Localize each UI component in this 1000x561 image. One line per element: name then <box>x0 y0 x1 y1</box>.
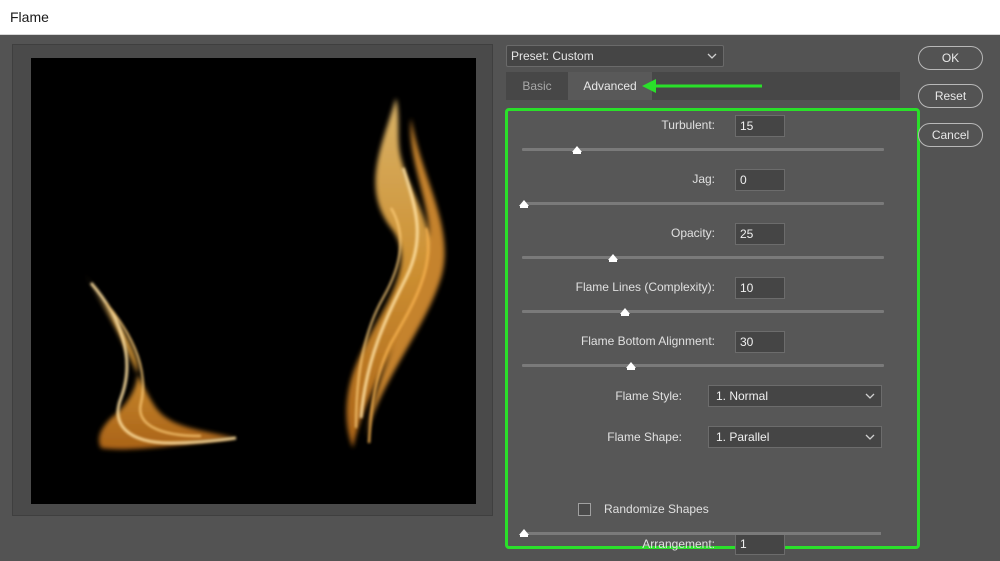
chevron-down-icon <box>707 53 717 59</box>
reset-button[interactable]: Reset <box>918 84 983 108</box>
flame-shape-label: Flame Shape: <box>607 430 682 444</box>
turbulent-input[interactable]: 15 <box>735 115 785 137</box>
randomize-shapes-checkbox[interactable] <box>578 503 591 516</box>
title-bar: Flame <box>0 0 1000 35</box>
annotation-arrow <box>642 79 762 93</box>
flame-preview-image <box>81 98 445 450</box>
flame-bottom-alignment-label: Flame Bottom Alignment: <box>580 334 715 348</box>
flame-shape-value: 1. Parallel <box>716 430 770 444</box>
flame-bottom-alignment-slider-thumb[interactable] <box>626 362 636 370</box>
flame-bottom-alignment-slider[interactable] <box>522 364 884 367</box>
randomize-shapes-label[interactable]: Randomize Shapes <box>604 502 709 516</box>
arrangement-slider-thumb[interactable] <box>519 529 529 537</box>
opacity-slider[interactable] <box>522 256 884 259</box>
window-title: Flame <box>10 9 49 25</box>
advanced-settings-panel: Turbulent: 15 Jag: 0 Opacity: 25 Flame L… <box>505 108 920 555</box>
jag-label: Jag: <box>692 172 715 186</box>
preset-dropdown[interactable]: Preset: Custom <box>506 45 724 67</box>
preview-frame <box>12 44 493 516</box>
chevron-down-icon <box>865 393 875 399</box>
flame-style-dropdown[interactable]: 1. Normal <box>708 385 882 407</box>
chevron-down-icon <box>865 434 875 440</box>
flame-shape-dropdown[interactable]: 1. Parallel <box>708 426 882 448</box>
flame-dialog: Preset: Custom Basic Advanced Turbulent:… <box>0 35 1000 561</box>
flame-style-label: Flame Style: <box>615 389 682 403</box>
flame-style-value: 1. Normal <box>716 389 769 403</box>
opacity-slider-thumb[interactable] <box>608 254 618 262</box>
jag-slider[interactable] <box>522 202 884 205</box>
cancel-button[interactable]: Cancel <box>918 123 983 147</box>
arrangement-label: Arrangement: <box>642 537 715 551</box>
tab-basic[interactable]: Basic <box>506 72 568 100</box>
arrangement-slider[interactable] <box>522 532 881 535</box>
flame-preview <box>31 58 476 504</box>
jag-input[interactable]: 0 <box>735 169 785 191</box>
opacity-input[interactable]: 25 <box>735 223 785 245</box>
jag-slider-thumb[interactable] <box>519 200 529 208</box>
flame-lines-label: Flame Lines (Complexity): <box>575 280 715 294</box>
turbulent-slider-thumb[interactable] <box>572 146 582 154</box>
flame-bottom-alignment-input[interactable]: 30 <box>735 331 785 353</box>
flame-lines-input[interactable]: 10 <box>735 277 785 299</box>
flame-lines-slider[interactable] <box>522 310 884 313</box>
opacity-label: Opacity: <box>670 226 715 240</box>
ok-button[interactable]: OK <box>918 46 983 70</box>
turbulent-label: Turbulent: <box>661 118 715 132</box>
arrangement-input[interactable]: 1 <box>735 533 785 555</box>
flame-lines-slider-thumb[interactable] <box>620 308 630 316</box>
preset-label: Preset: Custom <box>511 49 594 63</box>
